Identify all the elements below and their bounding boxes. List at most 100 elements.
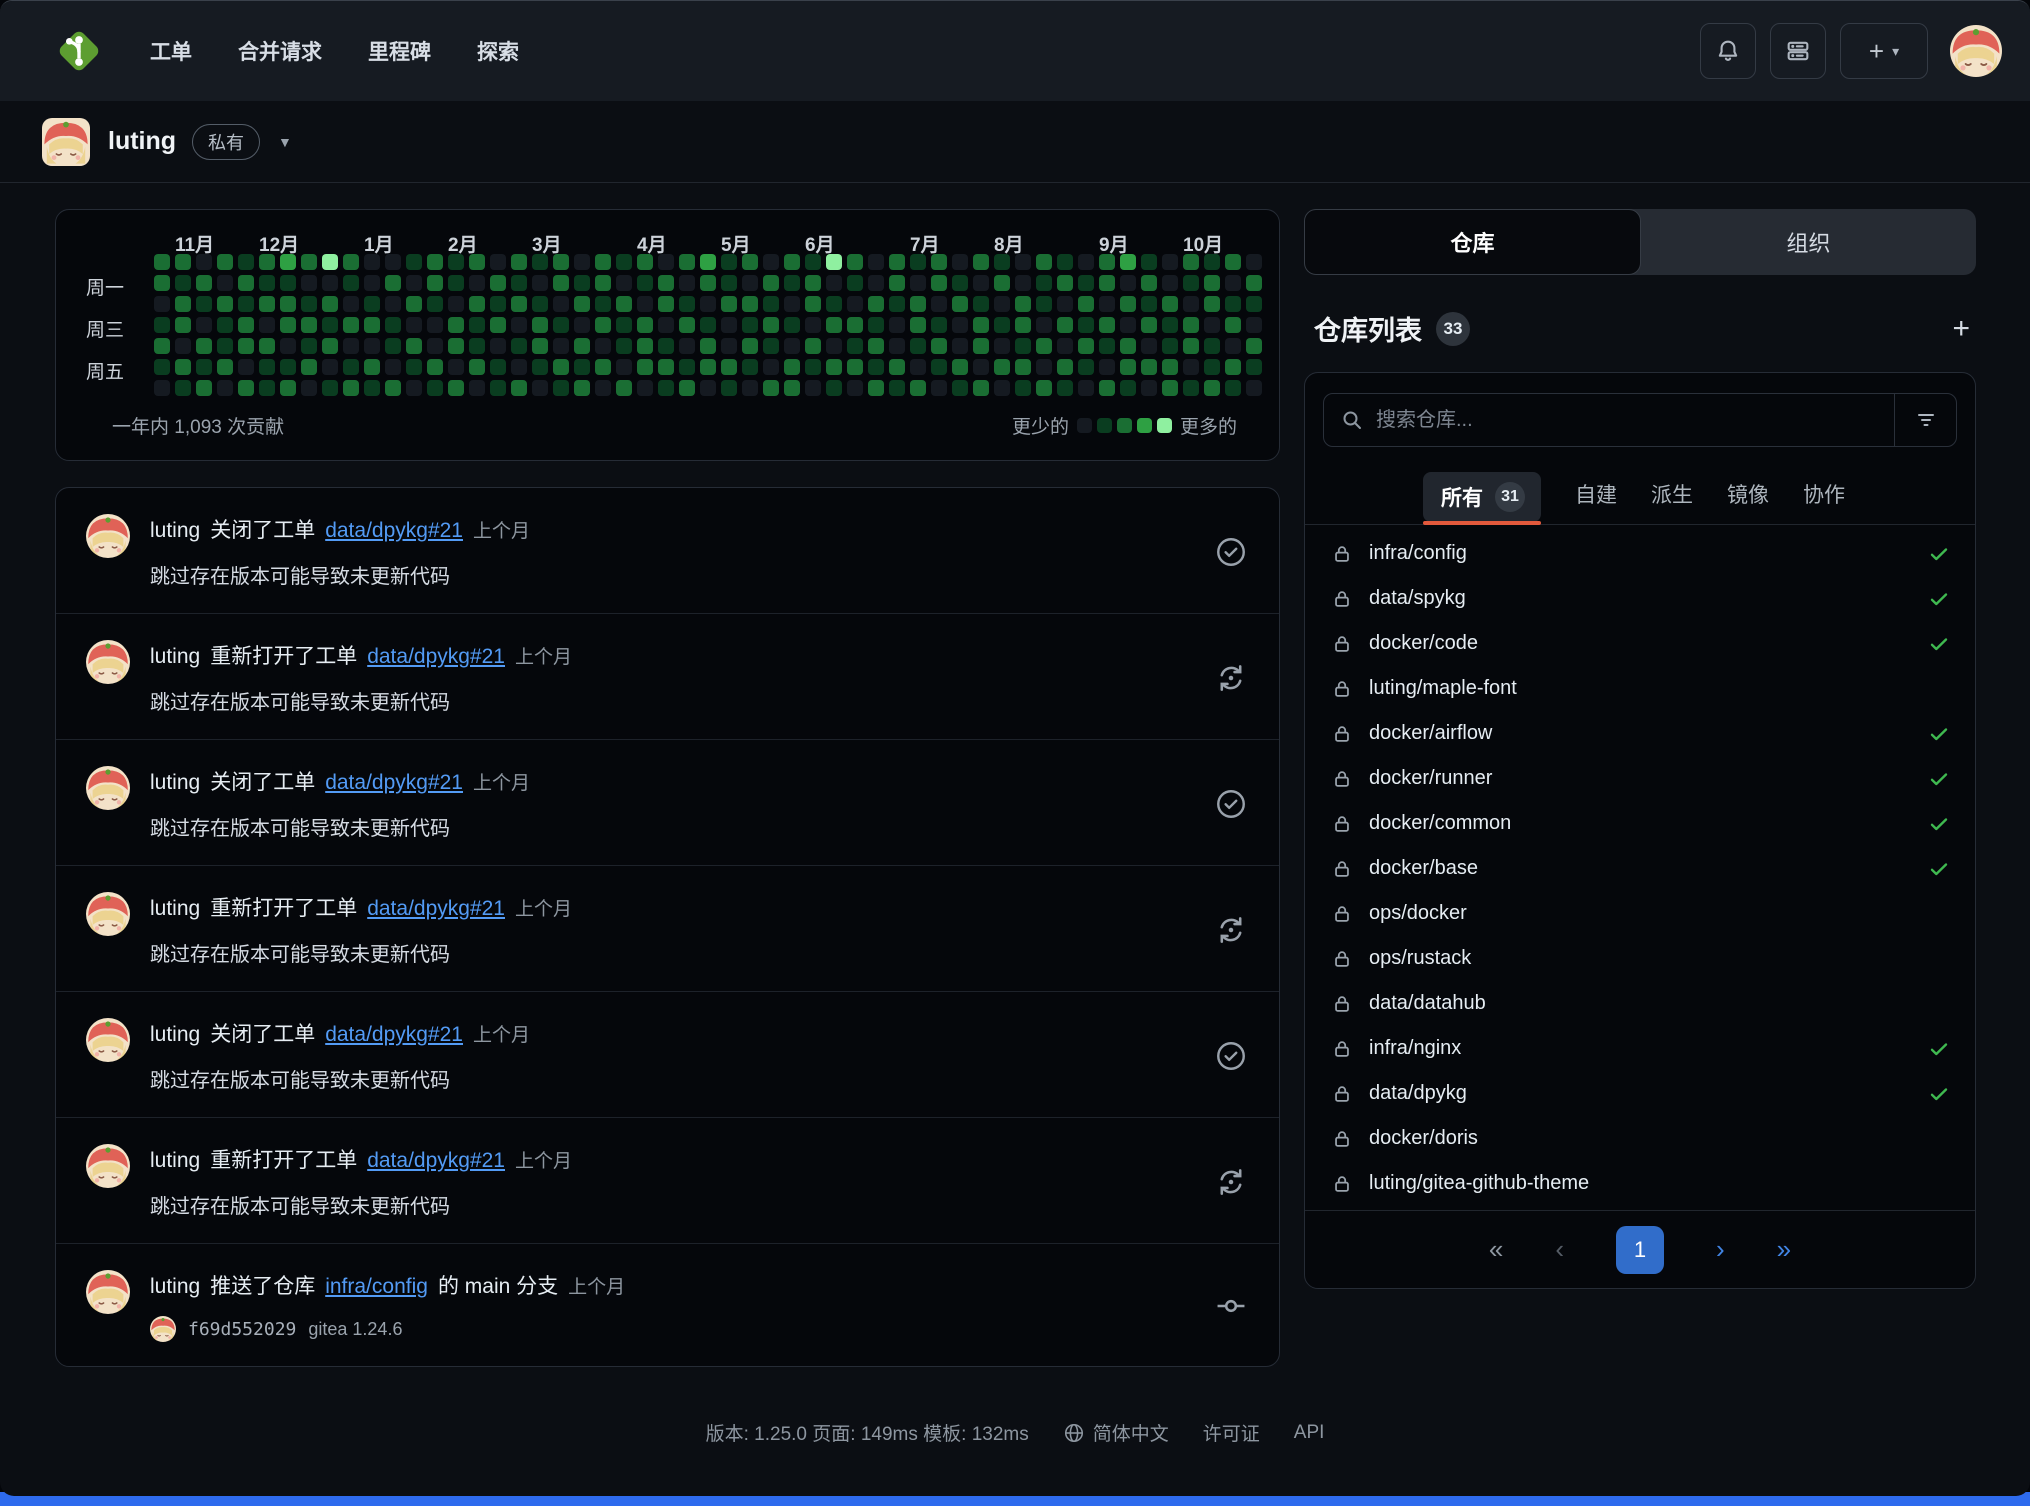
heatmap-cell[interactable] <box>490 338 506 354</box>
heatmap-cell[interactable] <box>1225 317 1241 333</box>
heatmap-cell[interactable] <box>679 317 695 333</box>
heatmap-cell[interactable] <box>1162 254 1178 270</box>
heatmap-cell[interactable] <box>301 380 317 396</box>
footer-license-link[interactable]: 许可证 <box>1203 1419 1260 1446</box>
heatmap-cell[interactable] <box>595 317 611 333</box>
heatmap-cell[interactable] <box>1204 275 1220 291</box>
heatmap-cell[interactable] <box>637 338 653 354</box>
nav-item-1[interactable]: 工单 <box>134 26 208 76</box>
heatmap-cell[interactable] <box>301 254 317 270</box>
repo-name-link[interactable]: infra/nginx <box>1369 1037 1461 1060</box>
repo-list-item[interactable]: docker/airflow <box>1305 711 1975 756</box>
heatmap-cell[interactable] <box>994 317 1010 333</box>
repo-list-item[interactable]: infra/config <box>1305 531 1975 576</box>
heatmap-cell[interactable] <box>784 317 800 333</box>
heatmap-cell[interactable] <box>658 380 674 396</box>
heatmap-cell[interactable] <box>1204 380 1220 396</box>
heatmap-cell[interactable] <box>238 338 254 354</box>
heatmap-cell[interactable] <box>826 380 842 396</box>
heatmap-cell[interactable] <box>679 359 695 375</box>
heatmap-cell[interactable] <box>343 380 359 396</box>
heatmap-cell[interactable] <box>553 275 569 291</box>
heatmap-cell[interactable] <box>805 359 821 375</box>
user-avatar[interactable] <box>1950 25 2002 77</box>
nav-item-3[interactable]: 里程碑 <box>352 26 447 76</box>
heatmap-cell[interactable] <box>952 296 968 312</box>
heatmap-cell[interactable] <box>910 380 926 396</box>
gitea-logo[interactable] <box>42 14 116 88</box>
heatmap-cell[interactable] <box>1225 338 1241 354</box>
heatmap-cell[interactable] <box>1225 380 1241 396</box>
heatmap-cell[interactable] <box>868 359 884 375</box>
heatmap-cell[interactable] <box>427 380 443 396</box>
repo-name-link[interactable]: infra/config <box>1369 542 1467 565</box>
heatmap-cell[interactable] <box>322 296 338 312</box>
heatmap-cell[interactable] <box>574 317 590 333</box>
heatmap-cell[interactable] <box>196 338 212 354</box>
heatmap-cell[interactable] <box>1246 254 1262 270</box>
heatmap-cell[interactable] <box>763 275 779 291</box>
notifications-button[interactable] <box>1700 23 1756 79</box>
heatmap-cell[interactable] <box>1036 359 1052 375</box>
heatmap-cell[interactable] <box>994 380 1010 396</box>
heatmap-cell[interactable] <box>637 317 653 333</box>
heatmap-cell[interactable] <box>196 275 212 291</box>
heatmap-cell[interactable] <box>385 359 401 375</box>
heatmap-cell[interactable] <box>973 317 989 333</box>
repo-list-item[interactable]: docker/runner <box>1305 756 1975 801</box>
heatmap-cell[interactable] <box>931 317 947 333</box>
repo-filter-镜像[interactable]: 镜像 <box>1727 479 1769 515</box>
heatmap-cell[interactable] <box>826 296 842 312</box>
heatmap-cell[interactable] <box>1057 317 1073 333</box>
heatmap-cell[interactable] <box>616 338 632 354</box>
heatmap-cell[interactable] <box>1183 338 1199 354</box>
heatmap-cell[interactable] <box>637 380 653 396</box>
heatmap-cell[interactable] <box>259 296 275 312</box>
heatmap-cell[interactable] <box>1162 380 1178 396</box>
repo-list-item[interactable]: luting/gitea-github-theme <box>1305 1161 1975 1206</box>
heatmap-cell[interactable] <box>364 338 380 354</box>
heatmap-cell[interactable] <box>1099 338 1115 354</box>
heatmap-cell[interactable] <box>385 380 401 396</box>
heatmap-cell[interactable] <box>1015 296 1031 312</box>
heatmap-cell[interactable] <box>868 275 884 291</box>
heatmap-cell[interactable] <box>427 254 443 270</box>
heatmap-cell[interactable] <box>742 275 758 291</box>
heatmap-cell[interactable] <box>1246 296 1262 312</box>
heatmap-cell[interactable] <box>1078 359 1094 375</box>
heatmap-cell[interactable] <box>994 296 1010 312</box>
avatar[interactable] <box>86 1018 130 1062</box>
feed-user-link[interactable]: luting <box>150 1149 200 1173</box>
heatmap-cell[interactable] <box>973 338 989 354</box>
heatmap-cell[interactable] <box>259 317 275 333</box>
heatmap-cell[interactable] <box>1204 317 1220 333</box>
heatmap-cell[interactable] <box>280 380 296 396</box>
repo-name-link[interactable]: docker/doris <box>1369 1127 1478 1150</box>
heatmap-cell[interactable] <box>406 254 422 270</box>
heatmap-cell[interactable] <box>616 254 632 270</box>
heatmap-cell[interactable] <box>784 380 800 396</box>
heatmap-cell[interactable] <box>427 296 443 312</box>
feed-object-link[interactable]: data/dpykg#21 <box>325 1023 463 1047</box>
repo-name-link[interactable]: luting/maple-font <box>1369 677 1517 700</box>
heatmap-cell[interactable] <box>490 359 506 375</box>
heatmap-cell[interactable] <box>385 296 401 312</box>
heatmap-cell[interactable] <box>1078 380 1094 396</box>
heatmap-cell[interactable] <box>511 338 527 354</box>
pagination-first[interactable]: « <box>1489 1234 1503 1265</box>
heatmap-cell[interactable] <box>595 380 611 396</box>
heatmap-cell[interactable] <box>322 275 338 291</box>
heatmap-cell[interactable] <box>931 380 947 396</box>
heatmap-cell[interactable] <box>616 296 632 312</box>
heatmap-cell[interactable] <box>1225 275 1241 291</box>
heatmap-cell[interactable] <box>511 296 527 312</box>
heatmap-cell[interactable] <box>448 317 464 333</box>
heatmap-cell[interactable] <box>910 275 926 291</box>
heatmap-cell[interactable] <box>952 359 968 375</box>
heatmap-cell[interactable] <box>322 338 338 354</box>
repo-name-link[interactable]: ops/rustack <box>1369 947 1471 970</box>
heatmap-cell[interactable] <box>1225 296 1241 312</box>
heatmap-cell[interactable] <box>448 338 464 354</box>
heatmap-cell[interactable] <box>322 317 338 333</box>
heatmap-cell[interactable] <box>1057 275 1073 291</box>
